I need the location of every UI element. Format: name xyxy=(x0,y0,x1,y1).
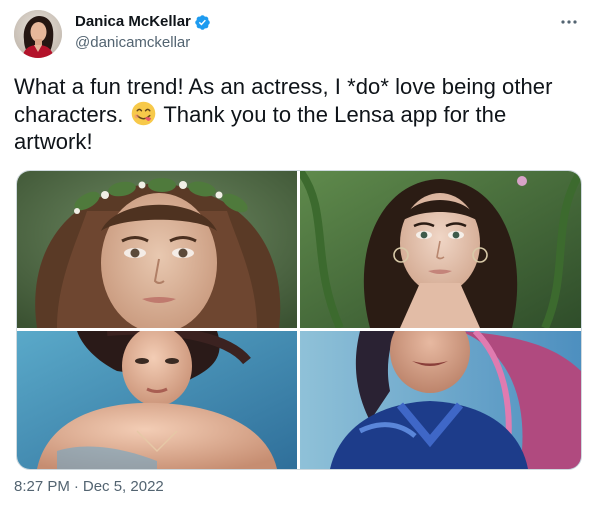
tweet-text: What a fun trend! As an actress, I *do* … xyxy=(14,73,574,156)
tweet: Danica McKellar @danicamckellar What a f… xyxy=(0,0,598,519)
tweet-time: 8:27 PM xyxy=(14,478,70,495)
author-handle[interactable]: @danicamckellar xyxy=(75,33,211,53)
media-image-3[interactable] xyxy=(17,331,297,469)
timestamp-separator: · xyxy=(73,478,79,495)
profile-photo-icon xyxy=(14,10,62,58)
media-image-1[interactable] xyxy=(17,171,297,328)
more-options-icon[interactable] xyxy=(558,12,580,32)
author-name[interactable]: Danica McKellar xyxy=(75,12,191,32)
media-image-2[interactable] xyxy=(300,171,581,328)
name-row: Danica McKellar xyxy=(75,12,211,32)
author-block: Danica McKellar @danicamckellar xyxy=(75,12,211,53)
media-grid xyxy=(16,170,582,470)
face-savoring-food-emoji-icon xyxy=(131,101,156,126)
avatar[interactable] xyxy=(14,10,62,58)
verified-badge-icon xyxy=(194,14,211,31)
tweet-date: Dec 5, 2022 xyxy=(82,478,164,495)
tweet-timestamp[interactable]: 8:27 PM · Dec 5, 2022 xyxy=(14,477,164,497)
media-image-4[interactable] xyxy=(300,331,581,469)
